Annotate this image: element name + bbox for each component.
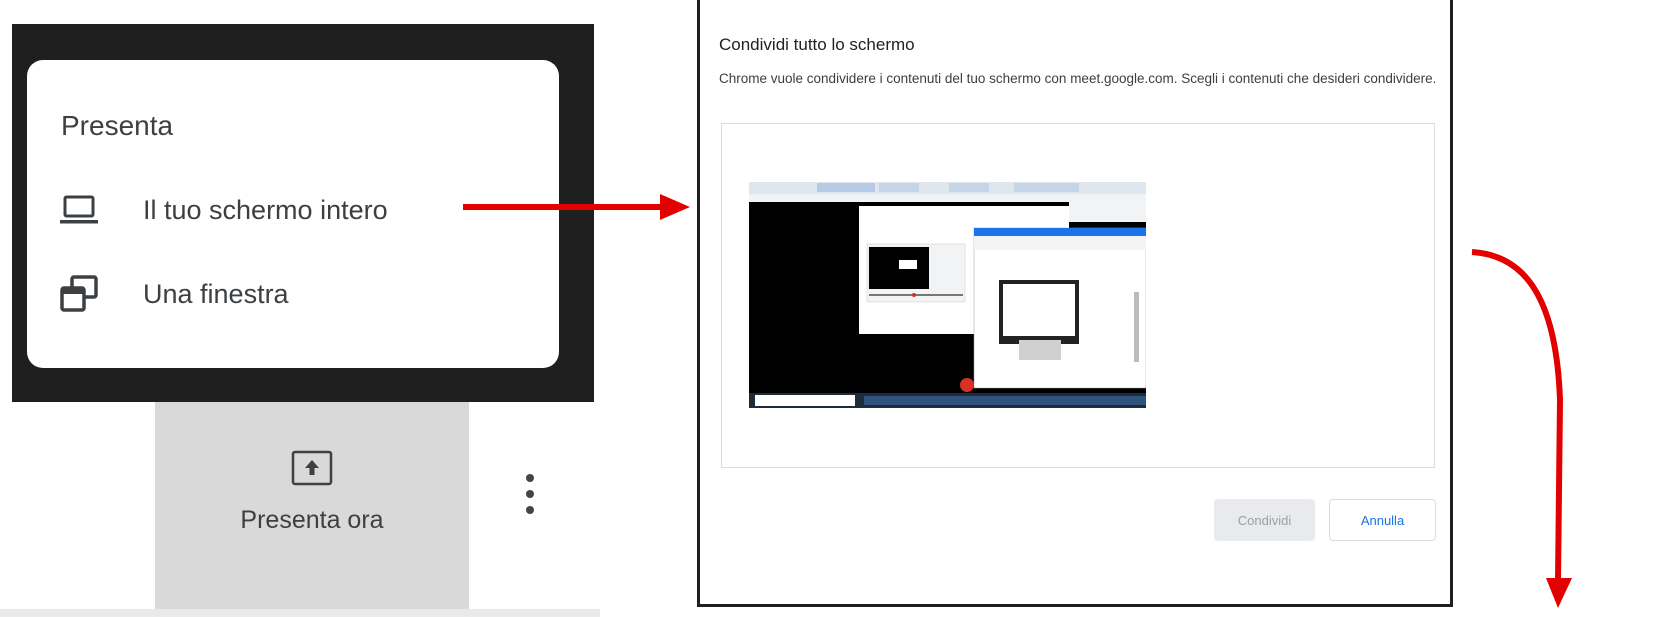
more-vert-icon[interactable] bbox=[518, 470, 542, 520]
menu-item-entire-screen[interactable]: Il tuo schermo intero bbox=[27, 182, 559, 238]
menu-item-label: Una finestra bbox=[143, 278, 289, 309]
bottom-divider bbox=[0, 609, 600, 617]
dialog-description: Chrome vuole condividere i contenuti del… bbox=[719, 71, 1437, 86]
arrow-down-icon bbox=[1471, 249, 1572, 608]
screen-thumbnail[interactable] bbox=[749, 182, 1146, 408]
present-menu-title: Presenta bbox=[61, 110, 174, 141]
dialog-title: Condividi tutto lo schermo bbox=[719, 35, 915, 54]
share-button[interactable]: Condividi bbox=[1214, 499, 1315, 541]
menu-item-a-window[interactable]: Una finestra bbox=[27, 266, 559, 322]
laptop-icon bbox=[59, 190, 99, 230]
share-screen-dialog: Condividi tutto lo schermo Chrome vuole … bbox=[697, 0, 1453, 607]
menu-item-label: Il tuo schermo intero bbox=[143, 194, 388, 225]
screen-preview-area[interactable] bbox=[721, 123, 1435, 468]
cancel-button[interactable]: Annulla bbox=[1329, 499, 1436, 541]
present-menu: Presenta Il tuo schermo intero Una fines… bbox=[27, 60, 559, 368]
present-screen-icon bbox=[291, 450, 333, 488]
present-now-button[interactable]: Presenta ora bbox=[155, 402, 469, 617]
window-icon bbox=[59, 274, 99, 314]
present-now-label: Presenta ora bbox=[240, 506, 384, 534]
